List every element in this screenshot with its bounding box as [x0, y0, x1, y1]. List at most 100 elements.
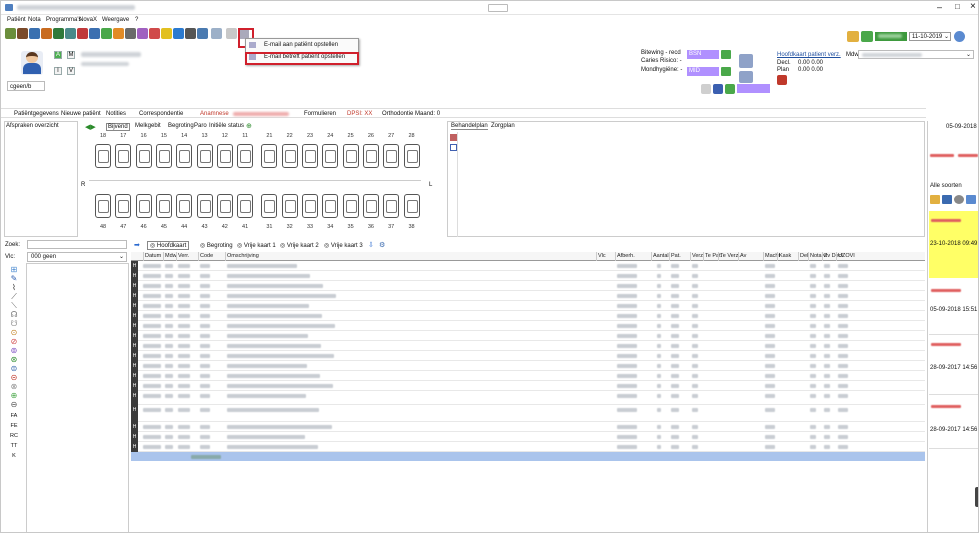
tab-hoofdkaart[interactable]: ◎ Hoofdkaart [147, 241, 190, 250]
filter-icon[interactable] [942, 195, 952, 204]
monitor-icon[interactable] [185, 28, 196, 39]
id-icon[interactable] [739, 71, 753, 83]
tooth-11[interactable] [237, 144, 254, 168]
folder-icon[interactable] [930, 195, 940, 204]
people-icon[interactable] [137, 28, 148, 39]
arrow-left-icon[interactable]: ◀▶ [85, 123, 96, 131]
tab-initiele-status[interactable]: Initiële status [209, 123, 244, 129]
menu-nota[interactable]: Nota [28, 17, 41, 23]
tab-paro[interactable]: Paro [194, 123, 207, 129]
column-header[interactable]: Datum [145, 253, 161, 259]
anamnese-link[interactable]: Anamnese [200, 111, 229, 117]
table-row[interactable]: H [131, 331, 925, 341]
table-row[interactable]: H [131, 341, 925, 351]
column-header[interactable]: Pat. [671, 253, 681, 259]
tooth-34[interactable] [322, 194, 339, 218]
tooth-14[interactable] [176, 144, 193, 168]
check-icon[interactable] [721, 67, 731, 76]
notities-link[interactable]: Notities [106, 111, 126, 117]
refresh-icon[interactable] [966, 195, 976, 204]
column-header[interactable]: Vlc [598, 253, 606, 259]
tab-vrije-kaart-2[interactable]: ◎ Vrije kaart 2 [280, 242, 319, 249]
scroll-handle[interactable] [975, 487, 978, 507]
column-header[interactable]: Omschrijving [227, 253, 259, 259]
menu-help[interactable]: ? [135, 17, 138, 23]
table-row[interactable]: H [131, 261, 925, 271]
table-row[interactable]: H [131, 321, 925, 331]
tooth-48[interactable] [95, 194, 111, 218]
save-icon[interactable] [861, 31, 873, 42]
patient-code-field[interactable]: cgeen/b [7, 81, 45, 91]
button-a[interactable]: A [54, 51, 62, 59]
tab-behandelplan[interactable]: Behandelplan [451, 123, 488, 130]
tooth-13[interactable] [196, 144, 213, 168]
tooth-21[interactable] [261, 144, 278, 168]
table-row[interactable]: H [131, 422, 925, 432]
hoofdkaart-link[interactable]: Hoofdkaart patient verz. [777, 52, 841, 58]
tooth-46[interactable] [135, 194, 152, 218]
selected-row[interactable] [131, 452, 925, 461]
add-icon[interactable]: ⊕ [246, 122, 252, 130]
teeth-icon[interactable] [65, 28, 76, 39]
column-header[interactable]: UZOVI [838, 253, 855, 259]
tooth-35[interactable] [342, 194, 359, 218]
tooth-27[interactable] [383, 144, 400, 168]
tooth-26[interactable] [362, 144, 379, 168]
print-icon[interactable] [125, 28, 136, 39]
right-entry[interactable]: 28-09-2017 14:56 [929, 397, 978, 449]
table-row[interactable]: H [131, 371, 925, 381]
table-row[interactable]: H [131, 361, 925, 371]
tooth-18[interactable] [95, 144, 111, 168]
chart-icon[interactable] [53, 28, 64, 39]
menu-programmas[interactable]: Programma's [46, 17, 82, 23]
column-header[interactable]: Te Verz. [720, 253, 740, 259]
column-header[interactable]: Av [740, 253, 746, 259]
column-header[interactable]: Aantal [653, 253, 669, 259]
gear-icon[interactable] [954, 195, 964, 204]
tooth-16[interactable] [135, 144, 152, 168]
button-v[interactable]: V [67, 67, 75, 75]
glasses-icon[interactable] [5, 28, 16, 39]
right-entry[interactable]: 05-09-2018 15:51 [929, 281, 978, 335]
group-icon[interactable]: ⚙ [379, 241, 385, 249]
maximize-button[interactable]: □ [955, 2, 960, 11]
tab-vrije-kaart-1[interactable]: ◎ Vrije kaart 1 [237, 242, 276, 249]
warning-icon[interactable] [161, 28, 172, 39]
plan-doc-icon[interactable] [450, 144, 457, 151]
column-header[interactable]: Kask [779, 253, 791, 259]
button-m[interactable]: M [67, 51, 75, 59]
formulieren-link[interactable]: Formulieren [304, 111, 336, 117]
bsn-field[interactable]: BSN [687, 50, 719, 59]
table-row[interactable]: H [131, 442, 925, 452]
tooth-12[interactable] [216, 144, 233, 168]
cards-icon[interactable] [77, 28, 88, 39]
brush-icon[interactable] [701, 84, 711, 94]
book-icon[interactable] [173, 28, 184, 39]
tab-begroting[interactable]: Begroting [168, 123, 194, 129]
table-row[interactable]: H [131, 271, 925, 281]
close-button[interactable]: × [970, 1, 976, 12]
mid-field[interactable]: MID [687, 67, 719, 76]
tooth-41[interactable] [237, 194, 254, 218]
tooth-32[interactable] [281, 194, 298, 218]
menu-weergave[interactable]: Weergave [102, 17, 129, 23]
column-header[interactable]: Mdw [165, 253, 177, 259]
correspondentie-link[interactable]: Correspondentie [139, 111, 183, 117]
column-header[interactable]: Verr. [178, 253, 189, 259]
tooth-38[interactable] [403, 194, 420, 218]
date-picker[interactable]: 11-10-2019 ⌄ [909, 32, 951, 41]
tooth-28[interactable] [403, 144, 420, 168]
tooth-22[interactable] [281, 144, 298, 168]
tab-kaart-begroting[interactable]: ◎ Begroting [200, 242, 233, 249]
tab-melkgebit[interactable]: Melkgebit [135, 123, 161, 129]
tooth-43[interactable] [196, 194, 213, 218]
sort-icon[interactable]: ⇩ [368, 241, 374, 249]
table-row[interactable]: H [131, 381, 925, 391]
refresh-icon[interactable] [954, 31, 965, 42]
tooth-23[interactable] [302, 144, 318, 168]
table-row[interactable]: H [131, 291, 925, 301]
nieuwe-patient-link[interactable]: Nieuwe patiënt [61, 111, 101, 117]
money-icon[interactable] [101, 28, 112, 39]
calendar-icon[interactable] [29, 28, 40, 39]
tooth-25[interactable] [342, 144, 359, 168]
